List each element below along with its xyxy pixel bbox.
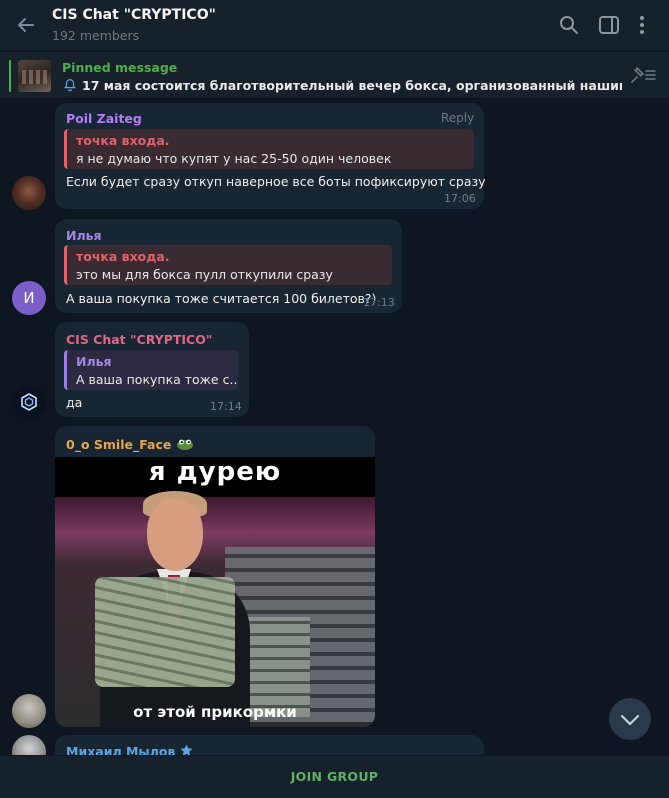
sidebar-toggle-icon[interactable] [597,13,621,37]
pinned-message-bar[interactable]: Pinned message 17 мая состоится благотво… [0,52,669,99]
pinned-text-row: 17 мая состоится благотворительный вечер… [62,78,622,93]
footer-bar: JOIN GROUP [0,755,669,798]
message-text: Если будет сразу откуп наверное все боты… [66,174,486,189]
money-stack [95,577,235,687]
message-bubble[interactable]: Poil Zaiteg Reply точка входа. я не дума… [55,103,486,209]
message-time: 17:14 [210,400,242,413]
back-arrow-icon[interactable] [14,13,38,37]
message-text: да [66,395,83,410]
reply-button[interactable]: Reply [441,111,474,125]
sender-name[interactable]: Илья [66,228,102,243]
quote-text: это мы для бокса пулл откупили сразу [76,267,333,282]
avatar[interactable]: И [12,281,46,315]
chat-header: CIS Chat "CRYPTICO" 192 members [0,0,669,51]
sender-name-text: 0_o Smile_Face [66,437,172,452]
meme-caption-bottom: от этой прикормки [133,703,297,721]
quote-author: точка входа. [76,249,170,264]
message-time: 17:06 [444,192,476,205]
message-time: 17:13 [363,296,395,309]
reply-quote[interactable]: точка входа. я не думаю что купят у нас … [64,129,474,169]
avatar[interactable] [12,385,46,419]
meme-image[interactable]: я дурею от этой прикормки [55,457,375,727]
meme-caption-top: я дурею [148,457,282,487]
pinned-indicator [9,60,11,92]
sender-name[interactable]: 0_o Smile_Face [66,437,194,452]
unpin-list-icon[interactable] [628,64,658,86]
message-text: А ваша покупка тоже считается 100 билето… [66,291,377,306]
message-bubble[interactable]: CIS Chat "CRYPTICO" Илья А ваша покупка … [55,322,249,417]
more-vert-icon[interactable] [630,13,654,37]
quote-text: А ваша покупка тоже с... [76,372,238,387]
bell-icon [63,79,77,92]
pinned-thumbnail [18,60,51,92]
pinned-text: 17 мая состоится благотворительный вечер… [82,78,622,93]
join-group-button[interactable]: JOIN GROUP [0,769,669,784]
chat-title[interactable]: CIS Chat "CRYPTICO" [52,7,216,23]
pinned-label: Pinned message [62,60,178,75]
sender-name[interactable]: Poil Zaiteg [66,111,142,126]
quote-author: Илья [76,354,112,369]
sender-name[interactable]: CIS Chat "CRYPTICO" [66,332,212,347]
avatar[interactable] [12,694,46,728]
cryptico-logo-icon [21,393,37,411]
quote-author: точка входа. [76,133,170,148]
search-icon[interactable] [557,13,581,37]
quote-text: я не думаю что купят у нас 25-50 один че… [76,151,392,166]
avatar[interactable] [12,176,46,210]
frog-emoji-icon [176,439,193,450]
member-count: 192 members [52,28,140,43]
reply-quote[interactable]: Илья А ваша покупка тоже с... [64,350,238,390]
reply-quote[interactable]: точка входа. это мы для бокса пулл откуп… [64,245,392,285]
face [147,499,203,571]
scroll-down-button[interactable] [609,698,651,740]
chevron-down-icon [620,714,640,726]
message-bubble[interactable]: Илья точка входа. это мы для бокса пулл … [55,219,402,313]
